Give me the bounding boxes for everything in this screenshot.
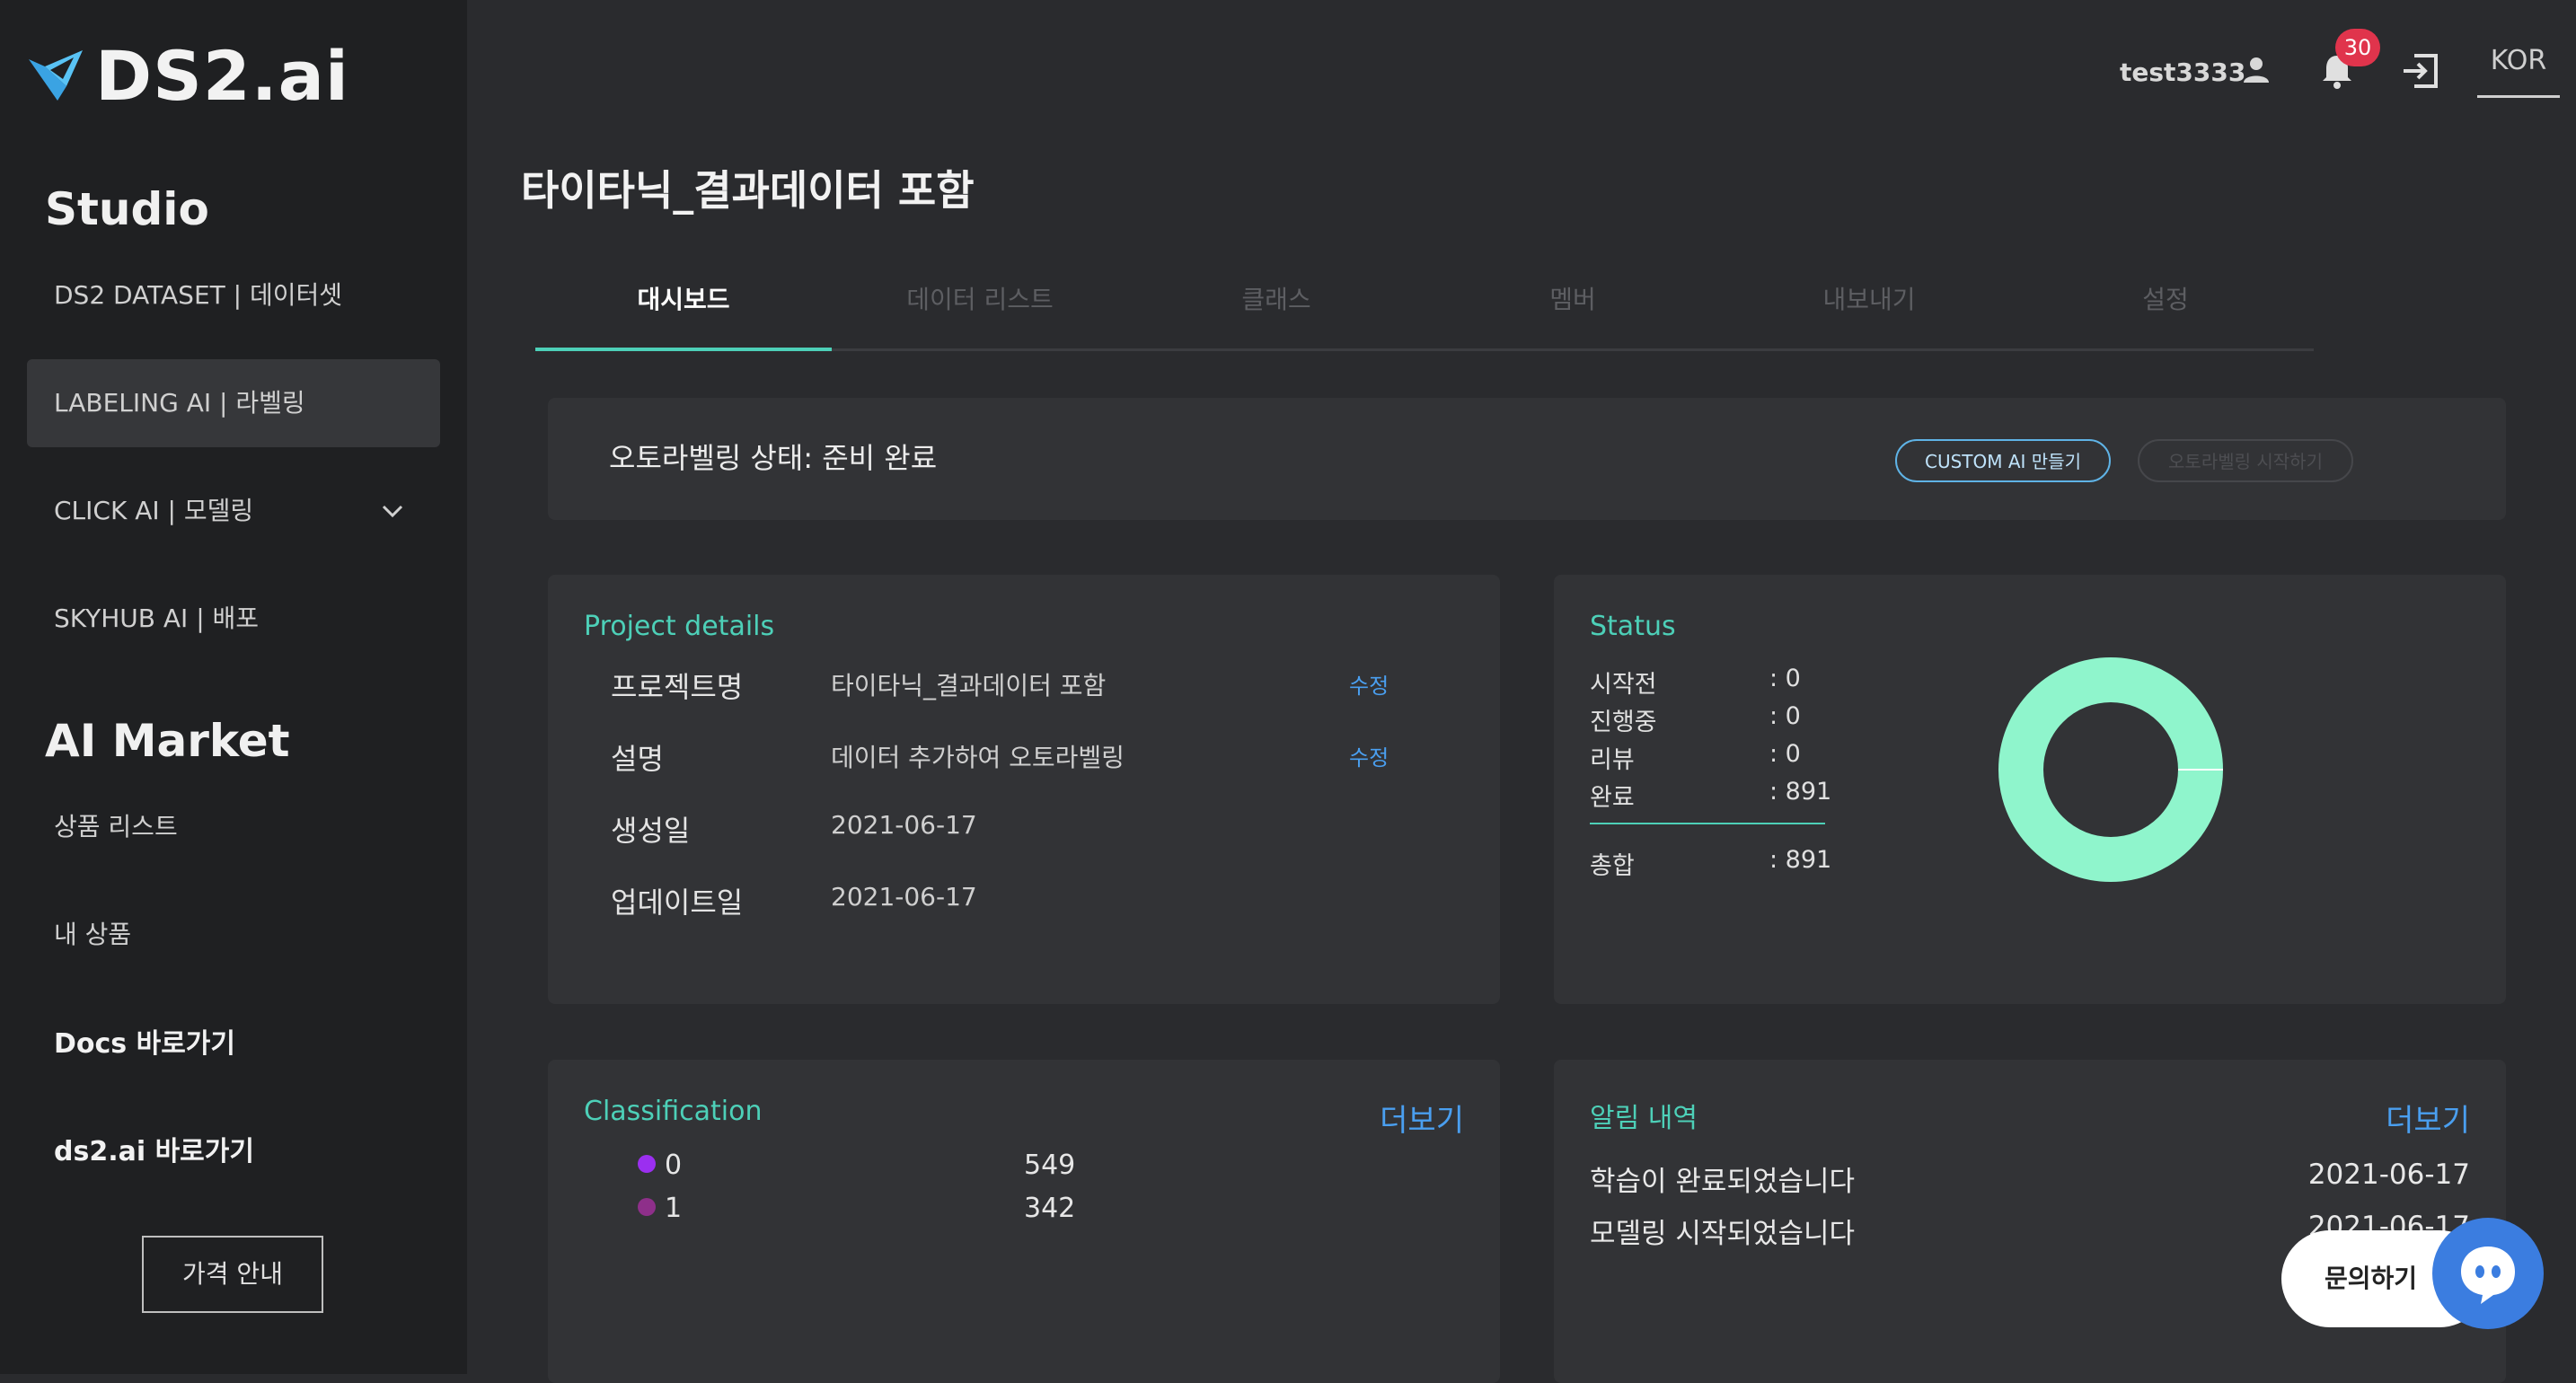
class-row: 0 [638,1150,682,1181]
class-count: 549 [1024,1150,1076,1181]
sidebar-item-skyhub-ai[interactable]: SKYHUB AI | 배포 [27,575,440,663]
status-total-label: 총합 [1590,852,1635,880]
status-done-label: 완료 [1590,784,1635,812]
project-name-label: 프로젝트명 [611,670,744,704]
notification-text: 학습이 완료되었습니다 [1590,1166,1856,1198]
sidebar: DS2.ai Studio DS2 DATASET | 데이터셋 LABELIN… [0,0,467,1374]
class-label: 1 [665,1193,683,1224]
status-card: Status 시작전 : 0 진행중 : 0 리뷰 : 0 완료 : 891 총… [1554,575,2506,1004]
status-not-started-value: : 0 [1769,665,1801,692]
chat-bubble-icon [2461,1246,2515,1304]
classification-title: Classification [584,1096,763,1127]
edit-description-link[interactable]: 수정 [1349,740,1389,771]
classification-more-link[interactable]: 더보기 [1380,1096,1464,1140]
status-title: Status [1590,611,1676,642]
pricing-button[interactable]: 가격 안내 [142,1236,323,1313]
project-name-value: 타이타닉_결과데이터 포함 [831,671,1107,700]
chevron-down-icon[interactable] [381,499,404,523]
class-count: 342 [1024,1193,1076,1224]
donut-completed-arc [1998,657,2223,882]
user-icon[interactable] [2240,54,2272,86]
notification-badge: 30 [2335,29,2380,66]
status-done-value: : 891 [1769,778,1832,806]
logo[interactable]: DS2.ai [27,36,349,116]
ds2-logo-icon [29,49,83,101]
status-in-progress-label: 진행중 [1590,709,1657,736]
autolabel-status-card: 오토라벨링 상태: 준비 완료 CUSTOM AI 만들기 오토라벨링 시작하기 [548,398,2506,520]
notifications-card: 알림 내역 더보기 학습이 완료되었습니다 2021-06-17 모델링 시작되… [1554,1060,2506,1383]
sidebar-link-docs[interactable]: Docs 바로가기 [27,1000,440,1088]
tab-export[interactable]: 내보내기 [1721,269,2017,348]
chat-launcher-button[interactable] [2432,1218,2544,1329]
classification-card: Classification 더보기 0 549 1 342 [548,1060,1500,1383]
sidebar-item-labeling-ai[interactable]: LABELING AI | 라벨링 [27,359,440,447]
notifications-more-link[interactable]: 더보기 [2386,1096,2470,1140]
status-review-value: : 0 [1769,740,1801,768]
updated-value: 2021-06-17 [831,882,977,912]
logout-icon[interactable] [2400,50,2441,92]
notifications-title: 알림 내역 [1590,1103,1698,1134]
start-autolabel-button[interactable]: 오토라벨링 시작하기 [2138,439,2353,482]
tab-settings[interactable]: 설정 [2017,269,2314,348]
autolabel-status-text: 오토라벨링 상태: 준비 완료 [609,441,938,475]
status-divider [1590,823,1825,824]
class-row: 1 [638,1193,682,1224]
class-color-dot [638,1197,656,1216]
project-details-title: Project details [584,611,775,642]
created-label: 생성일 [611,814,691,848]
updated-label: 업데이트일 [611,885,744,920]
description-value: 데이터 추가하여 오토라벨링 [831,743,1125,772]
tab-data-list[interactable]: 데이터 리스트 [832,269,1128,348]
tab-classes[interactable]: 클래스 [1128,269,1425,348]
project-details-card: Project details 프로젝트명 타이타닉_결과데이터 포함 수정 설… [548,575,1500,1004]
ai-market-title: AI Market [45,715,290,767]
status-donut-chart [1998,657,2223,882]
edit-project-name-link[interactable]: 수정 [1349,668,1389,700]
sidebar-item-my-products[interactable]: 내 상품 [27,891,440,979]
created-value: 2021-06-17 [831,810,977,840]
logo-text: DS2.ai [95,36,349,116]
class-label: 0 [665,1150,683,1181]
status-review-label: 리뷰 [1590,746,1635,774]
description-label: 설명 [611,742,664,776]
language-selector[interactable]: KOR [2477,45,2560,98]
sidebar-link-ds2ai[interactable]: ds2.ai 바로가기 [27,1108,440,1196]
tab-bar: 대시보드 데이터 리스트 클래스 멤버 내보내기 설정 [535,269,2314,351]
status-in-progress-value: : 0 [1769,702,1801,730]
page-title: 타이타닉_결과데이터 포함 [521,166,975,215]
username[interactable]: test3333 [2120,57,2245,87]
notification-text: 모델링 시작되었습니다 [1590,1218,1856,1250]
notification-date: 2021-06-17 [2307,1158,2470,1191]
custom-ai-button[interactable]: CUSTOM AI 만들기 [1895,439,2111,482]
tab-members[interactable]: 멤버 [1425,269,1721,348]
sidebar-item-click-ai[interactable]: CLICK AI | 모델링 [27,467,440,555]
class-color-dot [638,1154,656,1173]
tab-dashboard[interactable]: 대시보드 [535,269,832,351]
sidebar-item-ds2-dataset[interactable]: DS2 DATASET | 데이터셋 [27,251,440,339]
status-total-value: : 891 [1769,846,1832,874]
status-not-started-label: 시작전 [1590,671,1657,699]
studio-title: Studio [45,183,209,235]
sidebar-item-click-ai-label: CLICK AI | 모델링 [54,496,254,525]
sidebar-item-product-list[interactable]: 상품 리스트 [27,783,440,871]
